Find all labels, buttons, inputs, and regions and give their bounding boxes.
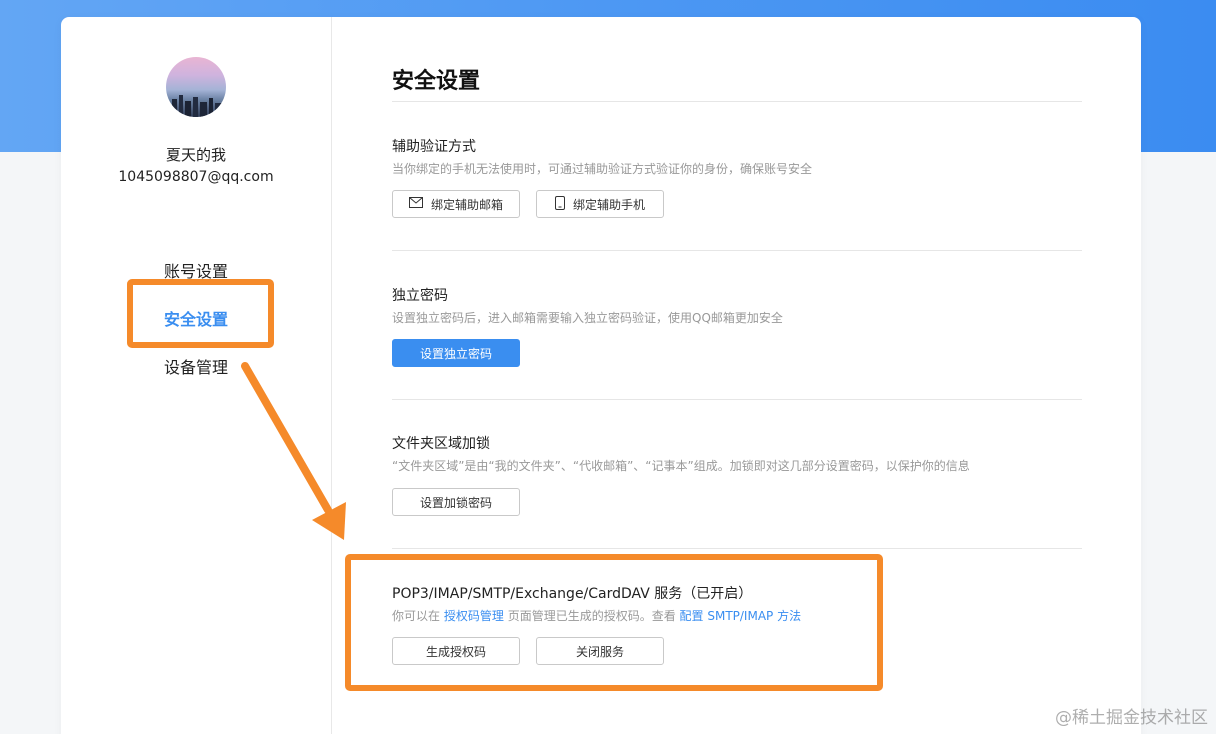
page: 夏天的我 1045098807@qq.com 账号设置 安全设置 设备管理 安全…	[0, 0, 1216, 734]
watermark: @稀土掘金技术社区	[1055, 708, 1208, 728]
annotation-arrow-icon	[241, 362, 346, 540]
